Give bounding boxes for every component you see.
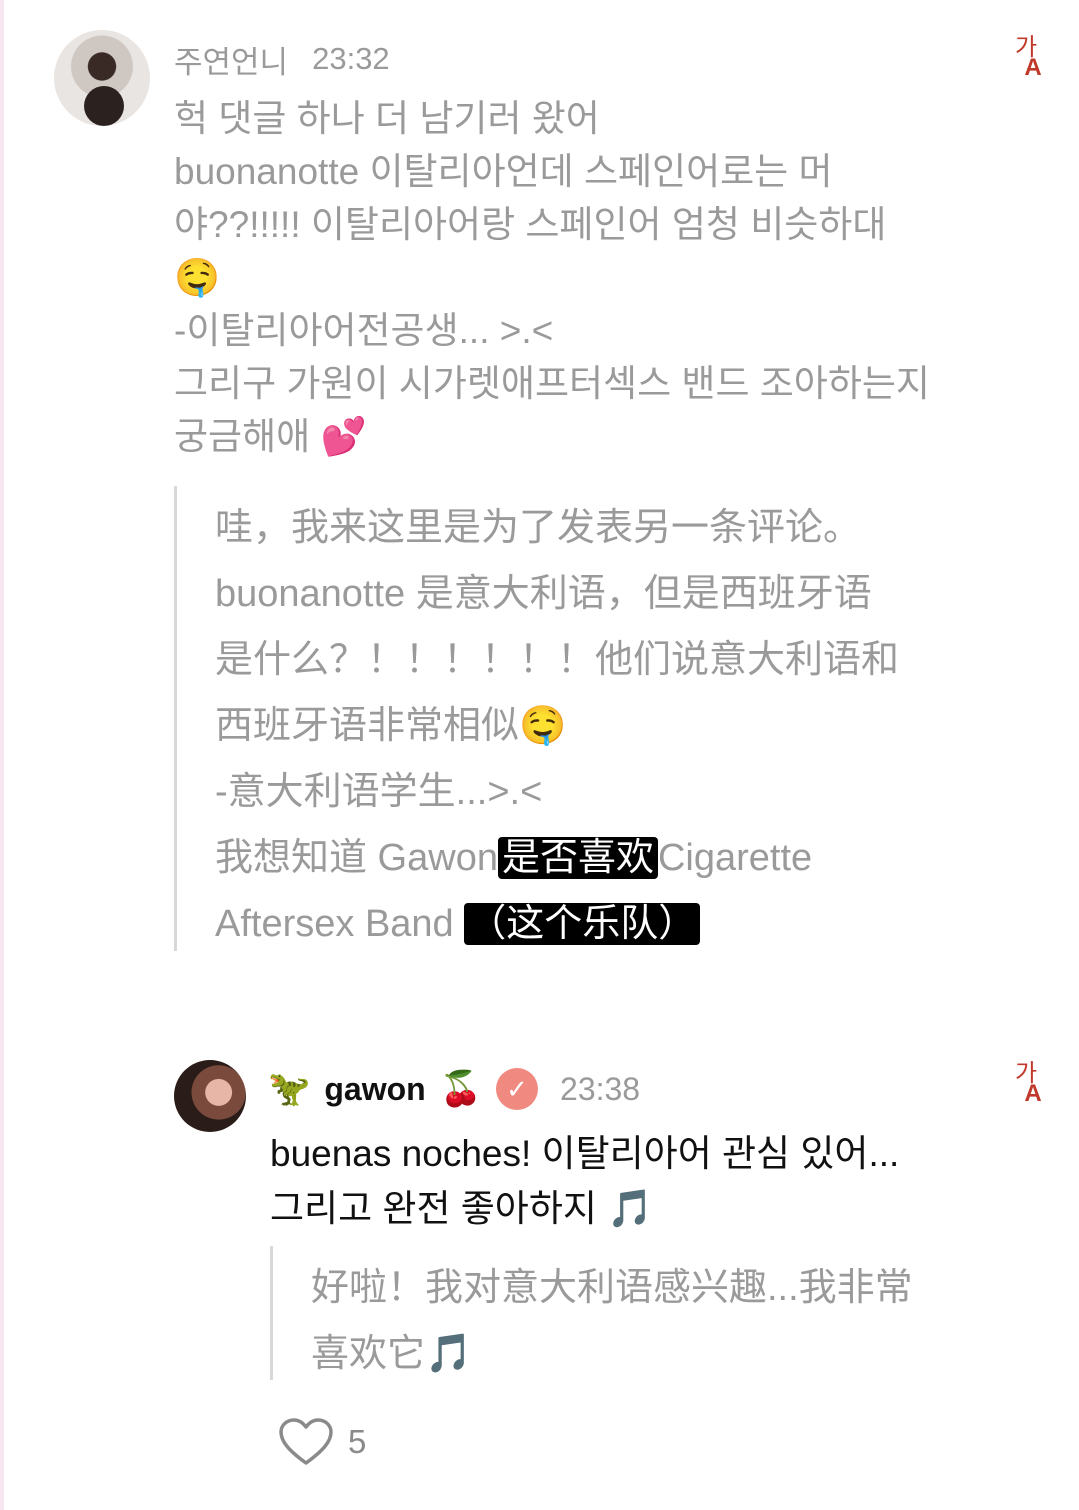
translation-line: 喜欢它🎵 — [311, 1333, 473, 1375]
comment-line: 헉 댓글 하나 더 남기러 왔어 — [174, 98, 600, 139]
translation-line: 好啦！我对意大利语感兴趣...我非常 — [311, 1267, 913, 1309]
cherry-icon: 🍒 — [439, 1070, 483, 1108]
translate-icon[interactable]: 가 A — [1004, 36, 1048, 82]
like-button[interactable]: 5 — [278, 1414, 366, 1470]
translation-line: 哇，我来这里是为了发表另一条评论。 — [215, 507, 862, 549]
heart-icon[interactable] — [278, 1417, 334, 1467]
translation-line: 是什么？！！！！！！他们说意大利语和 — [215, 639, 900, 681]
translation-block: 好啦！我对意大利语感兴趣...我非常 喜欢它🎵 — [270, 1246, 963, 1380]
comment-line: 그리고 완전 좋아하지 🎵 — [270, 1188, 654, 1229]
comment-time: 23:32 — [312, 41, 390, 76]
like-count: 5 — [348, 1423, 367, 1460]
translation-line: 西班牙语非常相似🤤 — [215, 705, 567, 747]
reply-body: buenas noches! 이탈리아어 관심 있어... 그리고 완전 좋아하… — [270, 1126, 899, 1236]
left-edge-strip — [0, 0, 4, 1510]
subtitle-overlay: 是否喜欢 — [497, 837, 658, 879]
verified-badge-icon: ✓ — [496, 1068, 539, 1110]
comment-line: 🤤 — [174, 257, 221, 298]
comment-line: buenas noches! 이탈리아어 관심 있어... — [270, 1133, 900, 1174]
comment-line: 궁금해애 💕 — [174, 416, 367, 457]
translation-line: 我想知道 Gawon 是否喜欢 Cigarette — [215, 837, 813, 879]
comment-body: 헉 댓글 하나 더 남기러 왔어 buonanotte 이탈리아언데 스페인어로… — [174, 92, 974, 463]
comment-line: buonanotte 이탈리아언데 스페인어로는 머 — [174, 151, 833, 192]
translation-line: -意大利语学生...>.< — [215, 771, 543, 813]
comment-author[interactable]: 주연언니 — [174, 37, 288, 82]
comment-time: 23:38 — [560, 1070, 641, 1107]
subtitle-overlay: （这个乐队） — [464, 903, 701, 945]
comment-line: 야??!!!!! 이탈리아어랑 스페인어 엄청 비슷하대 — [174, 204, 887, 245]
dinosaur-icon: 🦖 — [268, 1070, 311, 1108]
comment-line: -이탈리아어전공생... >.< — [174, 310, 554, 351]
avatar[interactable] — [54, 30, 150, 126]
translate-icon[interactable]: 가 A — [1004, 1062, 1048, 1108]
comment-header: 주연언니 23:32 — [174, 36, 390, 82]
comment-author[interactable]: gawon — [324, 1071, 425, 1108]
translation-block: 哇，我来这里是为了发表另一条评论。 buonanotte 是意大利语，但是西班牙… — [174, 486, 957, 951]
comment-line: 그리구 가원이 시가렛애프터섹스 밴드 조아하는지 — [174, 363, 930, 404]
reply-header: 🦖 gawon 🍒 ✓ 23:38 — [268, 1064, 640, 1114]
avatar[interactable] — [174, 1060, 246, 1132]
translation-line: buonanotte 是意大利语，但是西班牙语 — [215, 573, 872, 615]
translation-line: Aftersex Band （这个乐队） — [215, 892, 701, 947]
